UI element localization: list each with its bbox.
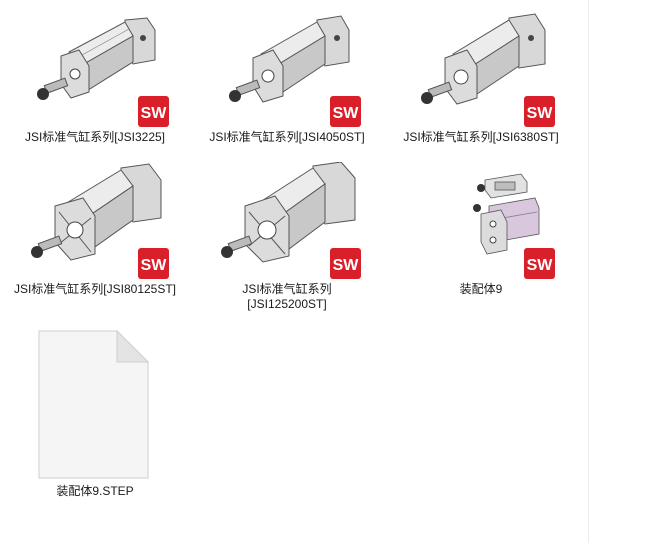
file-name: JSI标准气缸系列[JSI3225]	[24, 130, 166, 144]
cylinder-part-thumbnail: SW	[217, 162, 361, 280]
solidworks-badge-icon: SW	[138, 96, 169, 127]
file-list-area: SW JSI标准气缸系列[JSI3225] SW JSI标准气缸系列[JSI40…	[0, 0, 588, 543]
solidworks-badge-icon: SW	[330, 248, 361, 279]
pane-divider	[588, 0, 589, 543]
file-item-assembly9-step[interactable]: 装配体9.STEP	[0, 330, 190, 499]
cylinder-part-thumbnail: SW	[25, 162, 169, 280]
svg-text:SW: SW	[527, 257, 554, 274]
cylinder-part-thumbnail: SW	[411, 10, 555, 128]
file-name: 装配体9	[459, 282, 503, 296]
svg-text:SW: SW	[141, 257, 168, 274]
blank-document-thumbnail	[0, 330, 190, 482]
solidworks-badge-icon: SW	[524, 96, 555, 127]
file-name-line1: JSI标准气缸系列	[242, 282, 332, 296]
file-name: JSI标准气缸系列 [JSI125200ST]	[192, 282, 382, 312]
file-name: 装配体9.STEP	[56, 484, 134, 498]
file-item-assembly9[interactable]: SW 装配体9	[386, 162, 576, 297]
solidworks-badge-icon: SW	[524, 248, 555, 279]
assembly-thumbnail: SW	[411, 162, 555, 280]
svg-text:SW: SW	[141, 105, 168, 122]
file-name: JSI标准气缸系列[JSI4050ST]	[209, 130, 365, 144]
file-item-jsi3225[interactable]: SW JSI标准气缸系列[JSI3225]	[0, 10, 190, 145]
blank-document-icon	[38, 330, 150, 479]
file-item-jsi4050st[interactable]: SW JSI标准气缸系列[JSI4050ST]	[192, 10, 382, 145]
file-item-jsi6380st[interactable]: SW JSI标准气缸系列[JSI6380ST]	[386, 10, 576, 145]
solidworks-badge-icon: SW	[330, 96, 361, 127]
cylinder-part-thumbnail: SW	[217, 10, 361, 128]
svg-text:SW: SW	[333, 257, 360, 274]
svg-text:SW: SW	[333, 105, 360, 122]
svg-text:SW: SW	[527, 105, 554, 122]
file-name-line2: [JSI125200ST]	[247, 297, 327, 311]
cylinder-part-thumbnail: SW	[25, 10, 169, 128]
file-item-jsi80125st[interactable]: SW JSI标准气缸系列[JSI80125ST]	[0, 162, 190, 297]
file-item-jsi125200st[interactable]: SW JSI标准气缸系列 [JSI125200ST]	[192, 162, 382, 312]
file-name: JSI标准气缸系列[JSI80125ST]	[13, 282, 177, 296]
solidworks-badge-icon: SW	[138, 248, 169, 279]
file-name: JSI标准气缸系列[JSI6380ST]	[403, 130, 559, 144]
